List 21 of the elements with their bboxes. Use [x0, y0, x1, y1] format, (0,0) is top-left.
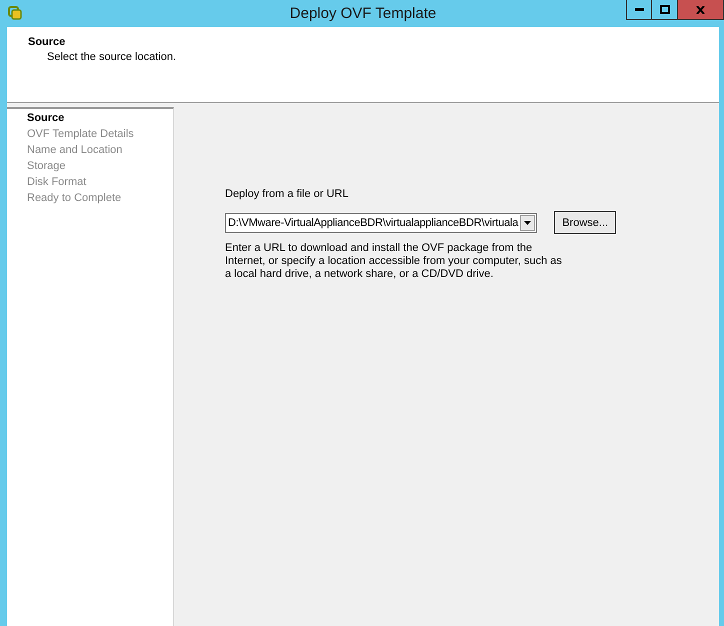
header-subtitle: Select the source location.: [47, 51, 176, 63]
minimize-button[interactable]: [626, 0, 652, 20]
wizard-step[interactable]: Disk Format: [27, 175, 86, 189]
wizard-step[interactable]: Name and Location: [27, 143, 122, 157]
wizard-step[interactable]: OVF Template Details: [27, 127, 134, 141]
maximize-icon: [660, 5, 670, 14]
dropdown-arrow-icon: [524, 220, 532, 224]
wizard-step[interactable]: Ready to Complete: [27, 191, 122, 205]
header-title: Source: [28, 36, 66, 48]
source-combo-box[interactable]: D:\VMware-VirtualApplianceBDR\virtualapplianceBDR\virtuala: [225, 212, 538, 232]
browse-button[interactable]: Browse...: [554, 211, 616, 234]
wizard-step[interactable]: Storage: [27, 159, 66, 173]
close-icon: [696, 6, 705, 14]
wizard-step[interactable]: Source: [27, 111, 64, 125]
minimize-icon: [634, 8, 644, 11]
help-text: Enter a URL to download and install the OVF package from the Internet, or specify a location accessible from your computer, such as a local hard drive, a network share, or a CD/DVD drive.: [225, 242, 563, 281]
app-icon: [8, 6, 22, 20]
close-button[interactable]: [678, 0, 724, 20]
field-label: Deploy from a file or URL: [225, 188, 348, 200]
window-title: Deploy OVF Template: [290, 5, 436, 22]
maximize-button[interactable]: [652, 0, 678, 20]
